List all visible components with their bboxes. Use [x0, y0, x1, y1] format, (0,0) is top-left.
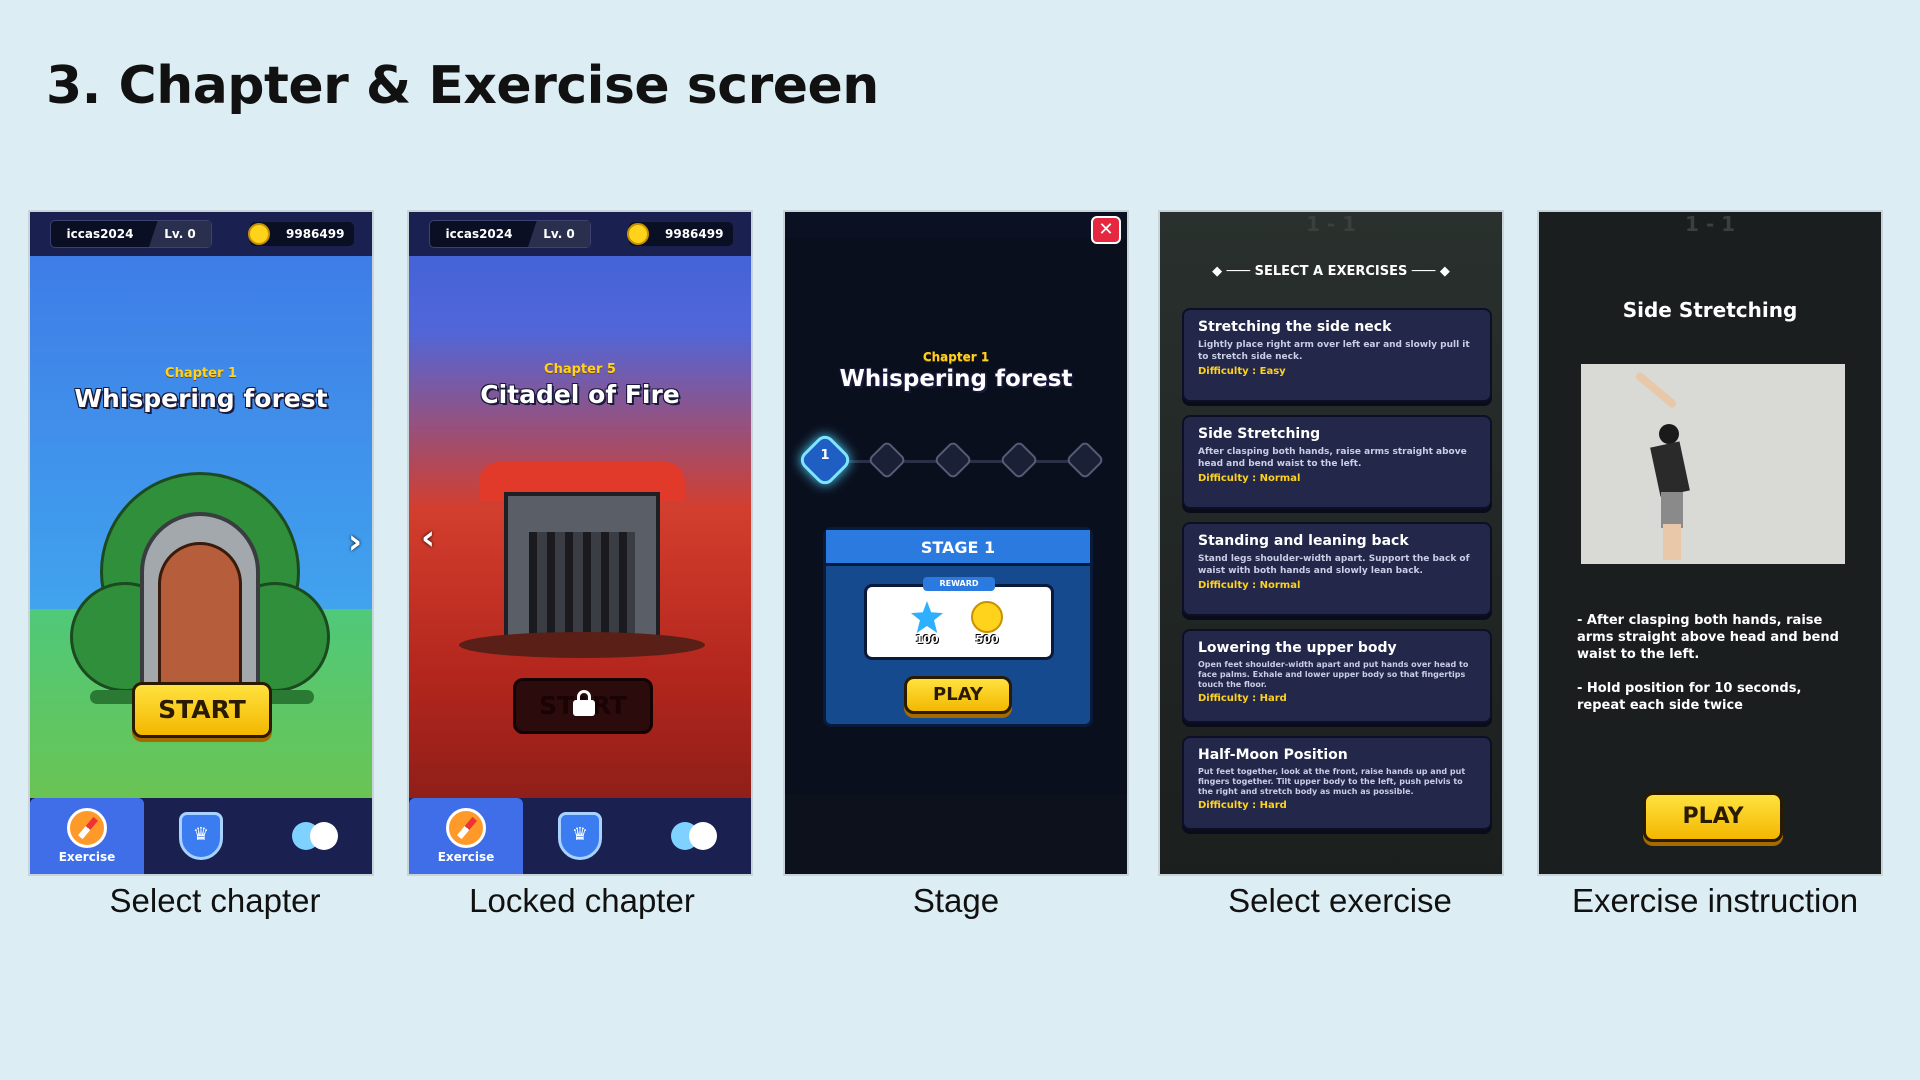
top-bar: iccas2024 Lv. 0 9986499: [409, 212, 751, 256]
exercise-title: Side Stretching: [1622, 298, 1798, 322]
exercise-card[interactable]: Side Stretching After clasping both hand…: [1182, 415, 1492, 509]
coin-icon: [627, 223, 649, 245]
play-button[interactable]: PLAY: [904, 676, 1012, 714]
exercise-card[interactable]: Standing and leaning back Stand legs sho…: [1182, 522, 1492, 616]
coin-amount: 9986499: [665, 227, 724, 241]
chapter-title: Citadel of Fire: [480, 380, 680, 409]
level-badge: Lv. 0: [528, 221, 590, 247]
chapter-number: Chapter 1: [922, 350, 990, 364]
username: iccas2024: [66, 227, 134, 241]
start-button[interactable]: START: [132, 682, 272, 738]
exercise-description: After clasping both hands, raise arms st…: [1198, 447, 1467, 469]
exercise-instruction-screen: 1 - 1 Side Stretching - After clasping b…: [1537, 210, 1883, 876]
reward-label: REWARD: [923, 577, 995, 591]
exercise-difficulty: Difficulty : Easy: [1198, 366, 1286, 377]
exercise-difficulty: Difficulty : Normal: [1198, 580, 1301, 591]
coin-counter: 9986499: [248, 222, 354, 246]
locked-chapter-screen: iccas2024 Lv. 0 9986499 Chapter 5 Citade…: [407, 210, 753, 876]
next-chapter-arrow[interactable]: ›: [348, 522, 362, 562]
stage-screen: ✕ Chapter 1 Whispering forest 1 STAGE 1 …: [783, 210, 1129, 876]
tab-exercise[interactable]: Exercise: [409, 798, 523, 874]
exercise-description: Put feet together, look at the front, ra…: [1198, 767, 1466, 796]
friends-icon: [669, 816, 719, 856]
caption-select-chapter: Select chapter: [109, 882, 321, 919]
caption-exercise-instruction: Exercise instruction: [1571, 882, 1859, 919]
close-icon[interactable]: ✕: [1091, 216, 1121, 244]
exercise-description: Lightly place right arm over left ear an…: [1198, 340, 1470, 362]
star-icon: [911, 601, 943, 633]
level-tag: 1 - 1: [1684, 212, 1736, 236]
username: iccas2024: [445, 227, 513, 241]
exercise-card[interactable]: Half-Moon Position Put feet together, lo…: [1182, 736, 1492, 830]
coin-icon: [971, 601, 1003, 633]
top-bar: iccas2024 Lv. 0 9986499: [30, 212, 372, 256]
friends-icon: [290, 816, 340, 856]
exercise-card[interactable]: Lowering the upper body Open feet should…: [1182, 629, 1492, 723]
locked-stage-node: [999, 440, 1039, 480]
tab-rank[interactable]: ♛: [523, 798, 637, 874]
stage-dialog: STAGE 1 REWARD 100 500 PLAY: [823, 527, 1093, 727]
bottom-nav: Exercise ♛: [30, 798, 372, 874]
user-pill[interactable]: iccas2024 Lv. 0: [50, 220, 212, 248]
stage-node-number: 1: [820, 448, 830, 463]
chapter-title: Whispering forest: [74, 384, 328, 413]
coin-counter: 9986499: [627, 222, 733, 246]
tab-social[interactable]: [637, 798, 751, 874]
instruction-step-2: - Hold position for 10 seconds, repeat e…: [1577, 681, 1802, 713]
header-label: SELECT A EXERCISES: [1254, 264, 1408, 279]
exercise-difficulty: Difficulty : Normal: [1198, 473, 1301, 484]
level-badge: Lv. 0: [149, 221, 211, 247]
exercise-demo-image: [1581, 364, 1845, 564]
page-title: 3. Chapter & Exercise screen: [46, 56, 879, 116]
reward-coin-amount: 500: [975, 633, 999, 646]
coin-amount: 9986499: [286, 227, 345, 241]
level-tag: 1 - 1: [1305, 212, 1357, 236]
tab-exercise-label: Exercise: [58, 850, 116, 864]
select-chapter-screen: iccas2024 Lv. 0 9986499 Chapter 1 Whispe…: [28, 210, 374, 876]
crown-shield-icon: ♛: [179, 812, 223, 860]
coin-icon: [248, 223, 270, 245]
exercise-title: Stretching the side neck: [1198, 319, 1392, 335]
tab-exercise[interactable]: Exercise: [30, 798, 144, 874]
exercise-description: Stand legs shoulder-width apart. Support…: [1198, 554, 1470, 576]
dimmed-top-bar: [785, 212, 1127, 238]
exercise-title: Half-Moon Position: [1198, 747, 1348, 763]
select-exercise-header: ◆ ─── SELECT A EXERCISES ─── ◆: [1160, 264, 1502, 279]
locked-stage-node: [867, 440, 907, 480]
header-ornament: ─── ◆: [1407, 264, 1450, 279]
instruction-step-1: - After clasping both hands, raise arms …: [1577, 613, 1839, 662]
chapter-number: Chapter 5: [544, 362, 616, 377]
bottom-nav: Exercise ♛: [409, 798, 751, 874]
exercise-difficulty: Difficulty : Hard: [1198, 800, 1287, 811]
select-exercise-screen: 1 - 1 ◆ ─── SELECT A EXERCISES ─── ◆ Str…: [1158, 210, 1504, 876]
dimmed-bottom-nav: [785, 794, 1127, 874]
caption-select-exercise: Select exercise: [1228, 882, 1452, 919]
compass-icon: [67, 808, 107, 848]
exercise-title: Standing and leaning back: [1198, 533, 1409, 549]
exercise-title: Side Stretching: [1198, 426, 1321, 442]
stage-header: STAGE 1: [826, 530, 1090, 566]
reward-box: REWARD 100 500: [864, 577, 1054, 660]
exercise-description: Open feet shoulder-width apart and put h…: [1198, 660, 1469, 689]
prev-chapter-arrow[interactable]: ‹: [421, 518, 435, 558]
crown-shield-icon: ♛: [558, 812, 602, 860]
exercise-card[interactable]: Stretching the side neck Lightly place r…: [1182, 308, 1492, 402]
user-pill[interactable]: iccas2024 Lv. 0: [429, 220, 591, 248]
chapter-title: Whispering forest: [839, 366, 1073, 392]
play-button[interactable]: PLAY: [1643, 792, 1783, 842]
caption-stage: Stage: [912, 882, 1000, 919]
header-ornament: ◆ ───: [1212, 264, 1255, 279]
caption-locked-chapter: Locked chapter: [469, 882, 695, 919]
tab-rank[interactable]: ♛: [144, 798, 258, 874]
exercise-difficulty: Difficulty : Hard: [1198, 693, 1287, 704]
locked-stage-node: [1065, 440, 1105, 480]
chapter-number: Chapter 1: [165, 366, 237, 381]
compass-icon: [446, 808, 486, 848]
tab-exercise-label: Exercise: [437, 850, 495, 864]
lock-icon: [573, 690, 595, 716]
reward-star-amount: 100: [915, 633, 939, 646]
tab-social[interactable]: [258, 798, 372, 874]
exercise-title: Lowering the upper body: [1198, 640, 1397, 656]
locked-stage-node: [933, 440, 973, 480]
